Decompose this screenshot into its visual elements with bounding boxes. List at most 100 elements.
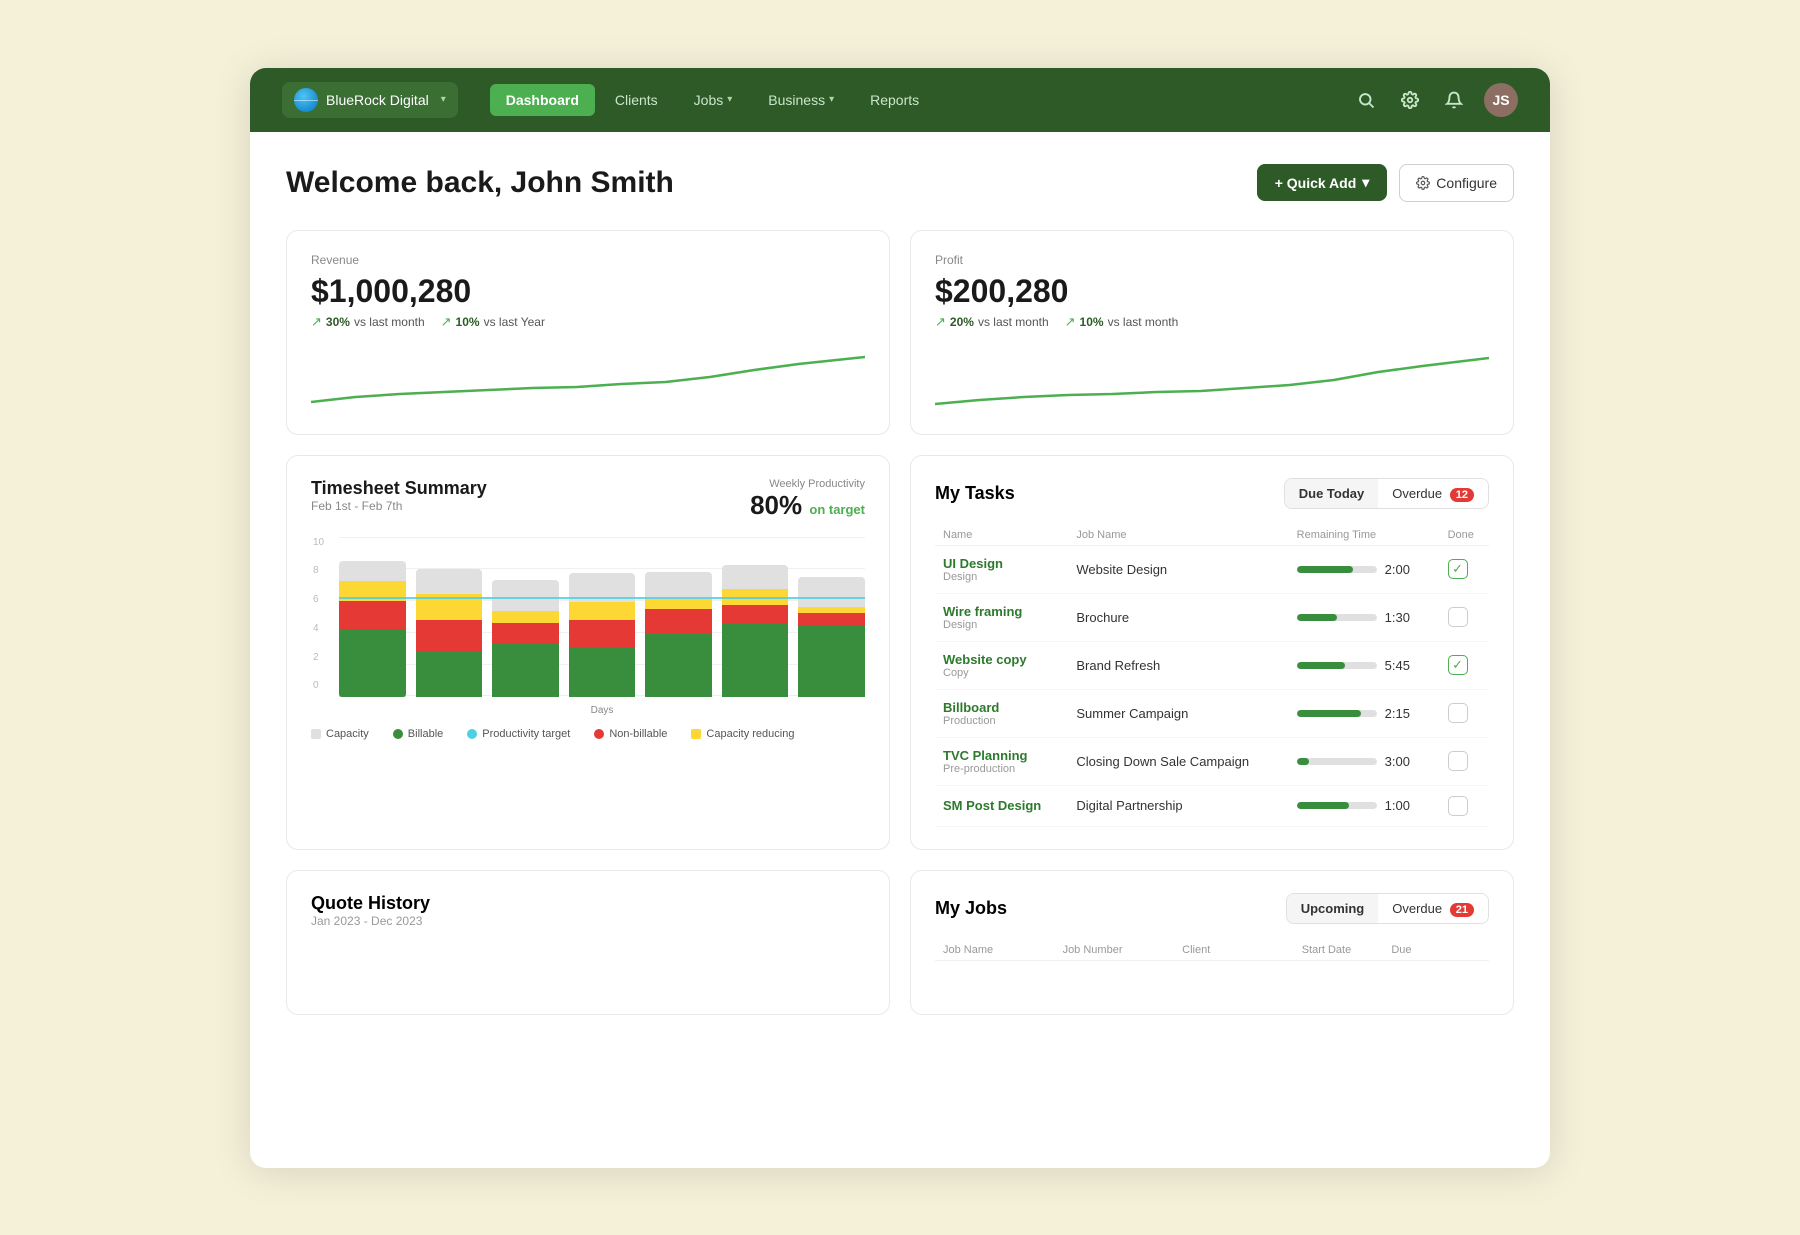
settings-icon[interactable] — [1396, 86, 1424, 114]
revenue-stat-1: ↗ 30% vs last month — [311, 314, 425, 330]
legend-productivity-icon — [467, 729, 477, 739]
nav-links: Dashboard Clients Jobs ▾ Business ▾ Repo… — [490, 84, 1352, 116]
bar-5 — [645, 572, 712, 697]
task-row: Billboard Production Summer Campaign 2:1… — [935, 689, 1489, 737]
configure-button[interactable]: Configure — [1399, 164, 1514, 202]
tab-due-today[interactable]: Due Today — [1285, 479, 1379, 508]
revenue-chart — [311, 342, 865, 412]
task-name-0[interactable]: UI Design — [943, 556, 1060, 571]
profit-card: Profit $200,280 ↗ 20% vs last month ↗ 10… — [910, 230, 1514, 435]
task-time-1: 1:30 — [1385, 610, 1410, 625]
quick-add-button[interactable]: + Quick Add ▾ — [1257, 164, 1388, 201]
task-name-1[interactable]: Wire framing — [943, 604, 1060, 619]
col-done: Done — [1440, 525, 1489, 546]
bell-icon[interactable] — [1440, 86, 1468, 114]
configure-icon — [1416, 176, 1430, 190]
task-progress-2: 5:45 — [1297, 658, 1432, 673]
task-name-4[interactable]: TVC Planning — [943, 748, 1060, 763]
revenue-arrow-1: ↗ — [311, 314, 322, 330]
task-time-3: 2:15 — [1385, 706, 1410, 721]
task-check-empty-3[interactable] — [1448, 703, 1468, 723]
bars-container — [339, 537, 865, 697]
profit-arrow-2: ↗ — [1065, 314, 1076, 330]
jobs-col-client: Client — [1182, 944, 1302, 956]
nav-actions: JS — [1352, 83, 1518, 117]
nav-reports[interactable]: Reports — [854, 84, 935, 116]
my-jobs-card: My Jobs Upcoming Overdue 21 Job Name Job… — [910, 870, 1514, 1015]
nav-business[interactable]: Business ▾ — [752, 84, 850, 116]
legend-capacity-reducing: Capacity reducing — [691, 728, 794, 740]
timesheet-subtitle: Feb 1st - Feb 7th — [311, 499, 487, 513]
search-icon[interactable] — [1352, 86, 1380, 114]
profit-stat-1: ↗ 20% vs last month — [935, 314, 1049, 330]
quote-header: Quote History Jan 2023 - Dec 2023 — [311, 893, 865, 928]
task-job-3: Summer Campaign — [1076, 706, 1188, 721]
nav-clients[interactable]: Clients — [599, 84, 674, 116]
legend-capacity-icon — [311, 729, 321, 739]
page-header: Welcome back, John Smith + Quick Add ▾ C… — [286, 164, 1514, 202]
profit-label: Profit — [935, 253, 1489, 267]
task-check-done-2[interactable]: ✓ — [1448, 655, 1468, 675]
task-row: TVC Planning Pre-production Closing Down… — [935, 737, 1489, 785]
task-progress-0: 2:00 — [1297, 562, 1432, 577]
task-name-3[interactable]: Billboard — [943, 700, 1060, 715]
profit-value: $200,280 — [935, 273, 1489, 310]
legend-capacity-reducing-icon — [691, 729, 701, 739]
task-type-1: Design — [943, 619, 1060, 631]
task-progress-5: 1:00 — [1297, 798, 1432, 813]
task-row: Wire framing Design Brochure 1:30 — [935, 593, 1489, 641]
nav-jobs[interactable]: Jobs ▾ — [678, 84, 749, 116]
bar-2 — [416, 569, 483, 697]
quote-history-card: Quote History Jan 2023 - Dec 2023 — [286, 870, 890, 1015]
profit-stats: ↗ 20% vs last month ↗ 10% vs last month — [935, 314, 1489, 330]
brand-chevron-icon: ▾ — [441, 94, 446, 105]
quote-chart-placeholder — [311, 932, 865, 992]
task-check-empty-1[interactable] — [1448, 607, 1468, 627]
task-job-2: Brand Refresh — [1076, 658, 1160, 673]
bar-chart: 10 8 6 4 2 0 — [339, 537, 865, 716]
brand-logo[interactable]: BlueRock Digital ▾ — [282, 82, 458, 118]
business-chevron-icon: ▾ — [829, 94, 834, 105]
tasks-table: Name Job Name Remaining Time Done UI Des… — [935, 525, 1489, 827]
chart-legend: Capacity Billable Productivity target No… — [311, 728, 865, 740]
profit-arrow-1: ↗ — [935, 314, 946, 330]
task-check-empty-4[interactable] — [1448, 751, 1468, 771]
main-content: Welcome back, John Smith + Quick Add ▾ C… — [250, 132, 1550, 1047]
task-name-2[interactable]: Website copy — [943, 652, 1060, 667]
task-check-empty-5[interactable] — [1448, 796, 1468, 816]
tasks-header: My Tasks Due Today Overdue 12 — [935, 478, 1489, 509]
bar-6 — [722, 565, 789, 696]
task-name-5[interactable]: SM Post Design — [943, 798, 1060, 813]
nav-dashboard[interactable]: Dashboard — [490, 84, 595, 116]
my-tasks-card: My Tasks Due Today Overdue 12 Name Job N… — [910, 455, 1514, 850]
x-axis-label: Days — [339, 705, 865, 716]
task-row: UI Design Design Website Design 2:00 ✓ — [935, 545, 1489, 593]
page-title: Welcome back, John Smith — [286, 166, 674, 200]
avatar[interactable]: JS — [1484, 83, 1518, 117]
revenue-arrow-2: ↗ — [441, 314, 452, 330]
tab-overdue[interactable]: Overdue 12 — [1378, 479, 1488, 508]
tab-upcoming[interactable]: Upcoming — [1287, 894, 1379, 923]
task-check-done-0[interactable]: ✓ — [1448, 559, 1468, 579]
profit-chart — [935, 342, 1489, 412]
revenue-card: Revenue $1,000,280 ↗ 30% vs last month ↗… — [286, 230, 890, 435]
quick-add-chevron-icon: ▾ — [1362, 174, 1369, 191]
tasks-tab-group: Due Today Overdue 12 — [1284, 478, 1489, 509]
jobs-col-due: Due — [1391, 944, 1481, 956]
tab-jobs-overdue[interactable]: Overdue 21 — [1378, 894, 1488, 923]
col-job: Job Name — [1068, 525, 1288, 546]
jobs-overdue-badge: 21 — [1450, 903, 1474, 917]
revenue-stat-2: ↗ 10% vs last Year — [441, 314, 545, 330]
navbar: BlueRock Digital ▾ Dashboard Clients Job… — [250, 68, 1550, 132]
legend-capacity: Capacity — [311, 728, 369, 740]
revenue-value: $1,000,280 — [311, 273, 865, 310]
jobs-chevron-icon: ▾ — [727, 94, 732, 105]
jobs-table-header: Job Name Job Number Client Start Date Du… — [935, 940, 1489, 961]
task-time-0: 2:00 — [1385, 562, 1410, 577]
task-type-0: Design — [943, 571, 1060, 583]
col-name: Name — [935, 525, 1068, 546]
legend-billable: Billable — [393, 728, 443, 740]
task-job-0: Website Design — [1076, 562, 1167, 577]
timesheet-title: Timesheet Summary — [311, 478, 487, 499]
productivity-area: Weekly Productivity 80% on target — [750, 478, 865, 521]
